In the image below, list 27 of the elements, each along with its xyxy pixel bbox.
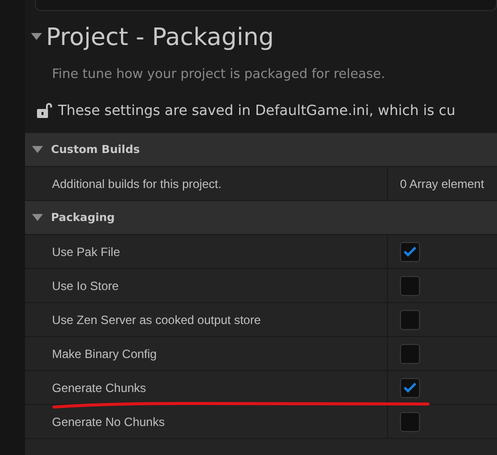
checkmark-icon: [403, 246, 417, 257]
property-label: Generate No Chunks: [52, 414, 165, 428]
expand-arrow-icon[interactable]: [32, 214, 43, 222]
section-header[interactable]: Packaging: [25, 201, 497, 235]
checkbox[interactable]: [400, 310, 420, 330]
checkbox[interactable]: [400, 242, 420, 262]
checkbox[interactable]: [400, 378, 420, 398]
section-title: Custom Builds: [51, 143, 140, 156]
page-description: Fine tune how your project is packaged for release.: [51, 66, 386, 82]
property-label: Generate Chunks: [52, 380, 146, 394]
collapse-arrow-icon[interactable]: [31, 33, 42, 41]
config-notice: These settings are saved in DefaultGame.ini, which is cu: [58, 102, 456, 118]
checkmark-icon: [403, 382, 417, 393]
property-label: Make Binary Config: [52, 346, 157, 360]
expand-arrow-icon[interactable]: [32, 146, 43, 154]
property-label: Use Io Store: [52, 278, 119, 292]
page-title: Project - Packaging: [46, 23, 274, 51]
checkbox[interactable]: [400, 276, 420, 296]
property-label: Additional builds for this project.: [52, 176, 222, 190]
section-title: Packaging: [51, 211, 115, 224]
property-label: Use Zen Server as cooked output store: [52, 312, 261, 326]
section-header[interactable]: Custom Builds: [25, 133, 497, 167]
property-value: 0 Array element: [400, 176, 484, 190]
property-label: Use Pak File: [52, 244, 120, 258]
checkbox[interactable]: [400, 344, 420, 364]
unlock-icon[interactable]: [37, 102, 52, 119]
checkbox[interactable]: [400, 412, 420, 432]
